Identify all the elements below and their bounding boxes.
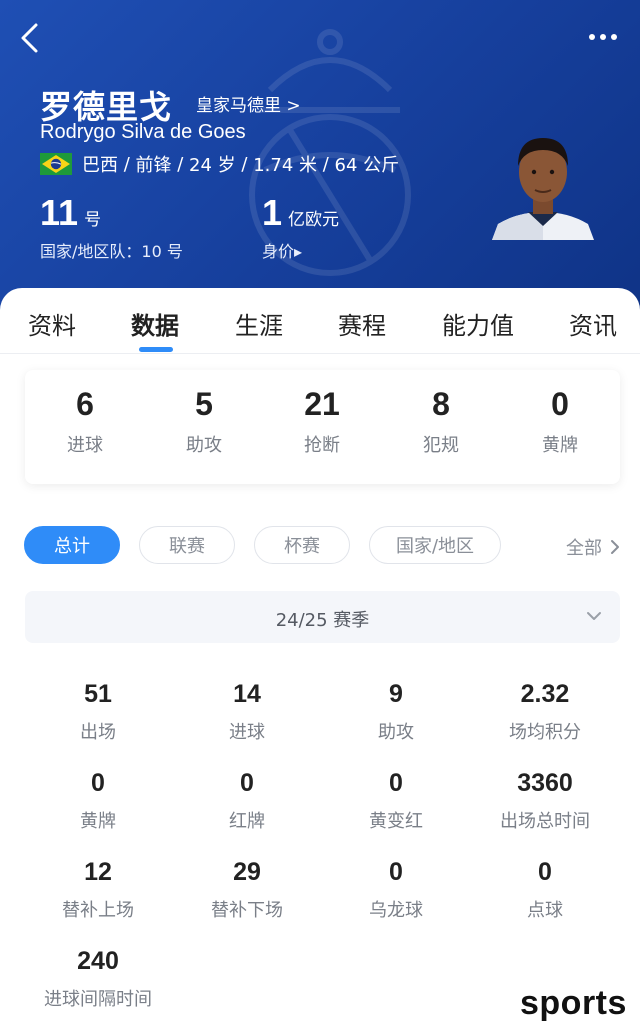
filter-total[interactable]: 总计 bbox=[24, 526, 120, 564]
country: 巴西 bbox=[82, 155, 118, 176]
shirt-number-block: 11 号 国家/地区队：10 号 bbox=[40, 192, 183, 262]
season-dropdown[interactable]: 24/25 赛季 bbox=[25, 591, 620, 643]
tab-ability[interactable]: 能力值 bbox=[442, 306, 514, 341]
player-photo bbox=[492, 138, 594, 240]
brazil-flag-icon bbox=[40, 153, 72, 175]
stat-penalties: 0 点球 bbox=[527, 858, 563, 921]
stat-minutes-per-goal: 240 进球间隔时间 bbox=[44, 947, 152, 1010]
market-value-link[interactable]: 身价▸ bbox=[262, 238, 339, 262]
filter-cup[interactable]: 杯赛 bbox=[254, 526, 350, 564]
stat-yellow-cards: 0 黄牌 bbox=[80, 769, 116, 832]
tab-news[interactable]: 资讯 bbox=[569, 306, 617, 341]
summary-assists: 5 助攻 bbox=[186, 386, 222, 456]
competition-filters: 总计 联赛 杯赛 国家/地区 全部 bbox=[0, 526, 640, 566]
national-team-number: 国家/地区队：10 号 bbox=[40, 242, 183, 261]
tab-profile[interactable]: 资料 bbox=[28, 306, 76, 341]
tab-active-indicator bbox=[139, 347, 173, 352]
tab-stats[interactable]: 数据 bbox=[131, 306, 179, 341]
market-value-unit: 亿欧元 bbox=[288, 210, 340, 230]
stat-own-goals: 0 乌龙球 bbox=[369, 858, 423, 921]
market-value: 1 bbox=[262, 192, 283, 233]
club-link[interactable]: 皇家马德里 > bbox=[196, 91, 301, 116]
filter-all-link[interactable]: 全部 bbox=[566, 534, 622, 560]
season-selected: 24/25 赛季 bbox=[275, 610, 370, 631]
age: 24 岁 bbox=[189, 155, 236, 176]
market-value-block: 1 亿欧元 身价▸ bbox=[262, 192, 339, 262]
tab-schedule[interactable]: 赛程 bbox=[338, 306, 386, 341]
filter-national[interactable]: 国家/地区 bbox=[369, 526, 501, 564]
stat-appearances: 51 出场 bbox=[80, 680, 116, 743]
summary-goals: 6 进球 bbox=[67, 386, 103, 456]
stat-total-minutes: 3360 出场总时间 bbox=[500, 769, 590, 832]
summary-fouls: 8 犯规 bbox=[423, 386, 459, 456]
stat-points-per-game: 2.32 场均积分 bbox=[509, 680, 581, 743]
player-info-row: 巴西 / 前锋 / 24 岁 / 1.74 米 / 64 公斤 bbox=[40, 151, 399, 177]
summary-tackles: 21 抢断 bbox=[304, 386, 340, 456]
chevron-right-icon bbox=[611, 540, 619, 554]
stat-goals: 14 进球 bbox=[229, 680, 265, 743]
position: 前锋 bbox=[135, 155, 172, 176]
tab-career[interactable]: 生涯 bbox=[235, 306, 283, 341]
summary-yellow-cards: 0 黄牌 bbox=[542, 386, 578, 456]
stat-red-cards: 0 红牌 bbox=[229, 769, 265, 832]
tab-bar: 资料 数据 生涯 赛程 能力值 资讯 bbox=[0, 288, 640, 354]
more-icon[interactable] bbox=[580, 26, 626, 48]
stat-assists: 9 助攻 bbox=[378, 680, 414, 743]
weight: 64 公斤 bbox=[334, 155, 400, 176]
sports-watermark: sports bbox=[520, 984, 627, 1022]
player-header: 罗德里戈 皇家马德里 > Rodrygo Silva de Goes 巴西 / … bbox=[0, 0, 640, 320]
shirt-number: 11 bbox=[40, 192, 79, 233]
back-icon[interactable] bbox=[14, 20, 50, 56]
player-name-en: Rodrygo Silva de Goes bbox=[40, 121, 246, 143]
filter-all-label: 全部 bbox=[566, 538, 602, 559]
shirt-number-unit: 号 bbox=[84, 210, 102, 230]
height: 1.74 米 bbox=[253, 155, 317, 176]
content-sheet: 资料 数据 生涯 赛程 能力值 资讯 6 进球 5 助攻 21 抢断 8 犯规 … bbox=[0, 288, 640, 1036]
stat-sub-off: 29 替补下场 bbox=[211, 858, 283, 921]
stat-sub-on: 12 替补上场 bbox=[62, 858, 134, 921]
stat-second-yellow: 0 黄变红 bbox=[369, 769, 423, 832]
chevron-down-icon bbox=[587, 612, 601, 620]
filter-league[interactable]: 联赛 bbox=[139, 526, 235, 564]
summary-card: 6 进球 5 助攻 21 抢断 8 犯规 0 黄牌 bbox=[25, 370, 620, 484]
